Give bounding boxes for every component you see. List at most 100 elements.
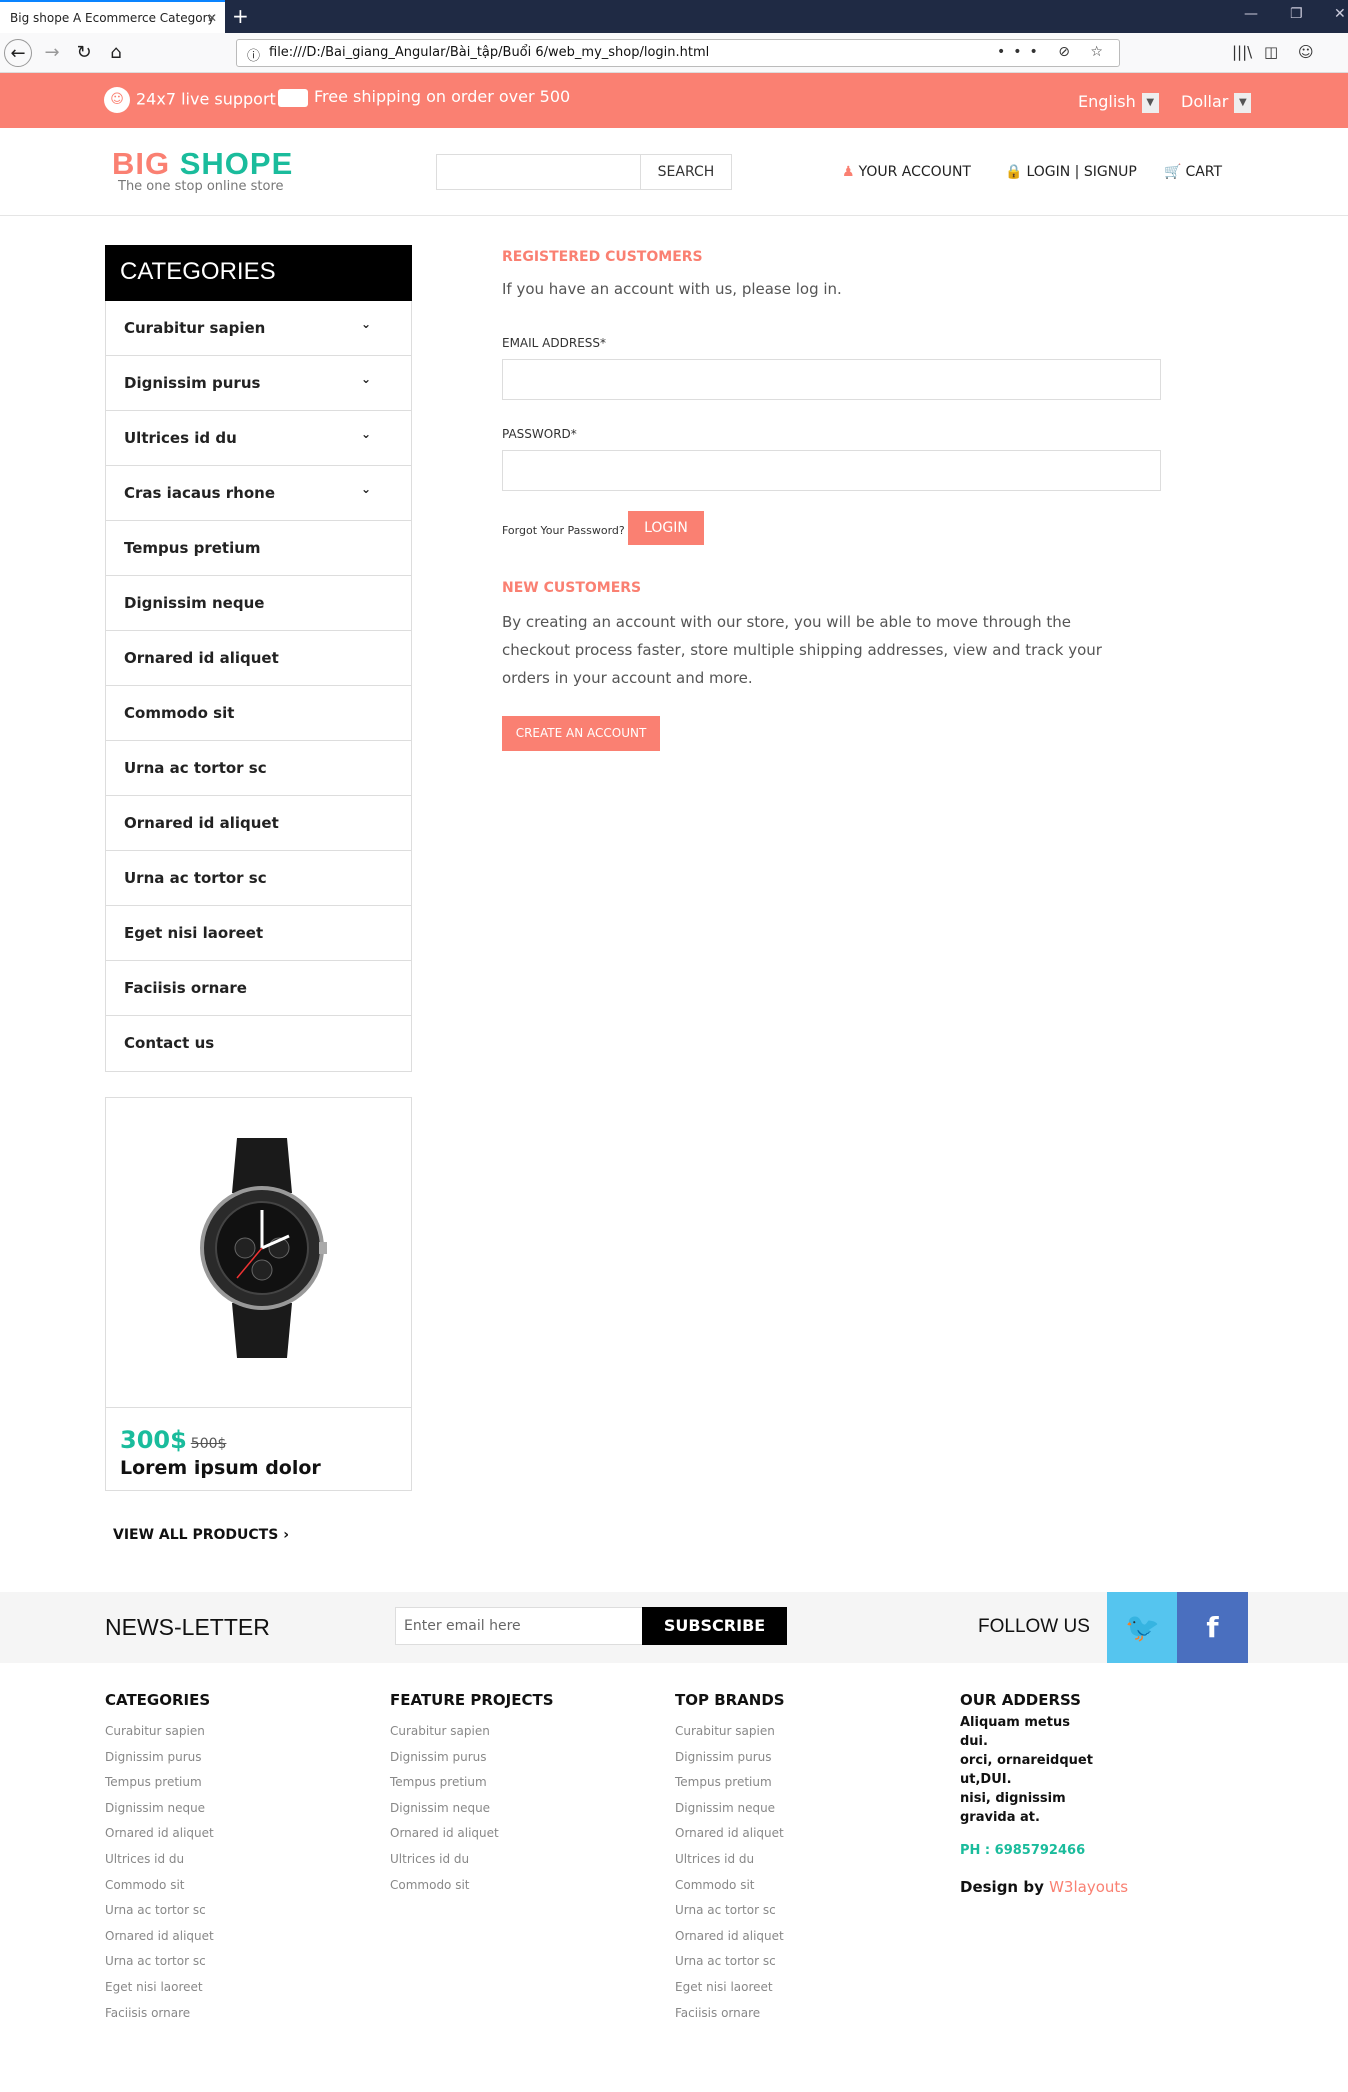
footer-link[interactable]: Curabitur sapien	[105, 1719, 214, 1745]
support-text: 24x7 live support	[136, 89, 276, 109]
footer-link[interactable]: Tempus pretium	[675, 1770, 785, 1796]
footer-brands: TOP BRANDS Curabitur sapien Dignissim pu…	[675, 1691, 785, 2026]
back-icon[interactable]: ←	[4, 39, 32, 67]
category-item[interactable]: Ornared id aliquet	[106, 796, 411, 851]
footer-link[interactable]: Ornared id aliquet	[105, 1821, 214, 1847]
footer-link[interactable]: Curabitur sapien	[390, 1719, 554, 1745]
chevron-down-icon[interactable]: ⌄	[361, 317, 371, 331]
chevron-down-icon[interactable]: ⌄	[361, 427, 371, 441]
forgot-password-link[interactable]: Forgot Your Password?	[502, 524, 625, 537]
your-account-link[interactable]: ♟ YOUR ACCOUNT	[842, 164, 971, 180]
footer-link[interactable]: Commodo sit	[675, 1873, 785, 1899]
language-value: English	[1078, 92, 1136, 111]
category-item[interactable]: Ornared id aliquet	[106, 631, 411, 686]
w3layouts-link[interactable]: W3layouts	[1049, 1878, 1128, 1896]
view-all-products-link[interactable]: VIEW ALL PRODUCTS ›	[113, 1527, 289, 1543]
search-button[interactable]: SEARCH	[640, 154, 732, 190]
footer-link[interactable]: Commodo sit	[390, 1873, 554, 1899]
site-logo[interactable]: BIG SHOPE	[112, 146, 293, 182]
footer-link[interactable]: Urna ac tortor sc	[675, 1898, 785, 1924]
sidebar-icon[interactable]: ◫	[1264, 43, 1278, 61]
reload-icon[interactable]: ↻	[70, 39, 98, 67]
forward-icon[interactable]: →	[38, 39, 66, 67]
subscribe-button[interactable]: SUBSCRIBE	[642, 1607, 787, 1645]
footer-link[interactable]: Dignissim purus	[390, 1745, 554, 1771]
featured-product-card[interactable]: 300$ 500$ Lorem ipsum dolor	[105, 1097, 412, 1491]
search-input[interactable]	[436, 154, 641, 190]
cart-link[interactable]: 🛒 CART	[1164, 164, 1222, 180]
footer-link[interactable]: Urna ac tortor sc	[105, 1949, 214, 1975]
newsletter-email-input[interactable]: Enter email here	[395, 1607, 643, 1645]
category-item[interactable]: Urna ac tortor sc	[106, 851, 411, 906]
category-item[interactable]: Urna ac tortor sc	[106, 741, 411, 796]
restore-icon[interactable]: ❐	[1290, 6, 1303, 22]
live-support: ☺ 24x7 live support	[104, 87, 276, 113]
footer-link[interactable]: Dignissim neque	[675, 1796, 785, 1822]
tab-title: Big shope A Ecommerce Category	[10, 11, 215, 25]
browser-tab[interactable]: Big shope A Ecommerce Category ✕	[0, 0, 225, 33]
category-item[interactable]: Commodo sit	[106, 686, 411, 741]
category-item[interactable]: Dignissim neque	[106, 576, 411, 631]
login-button[interactable]: LOGIN	[628, 511, 704, 545]
currency-select[interactable]: Dollar ▼	[1181, 92, 1252, 113]
library-icon[interactable]: |||\	[1232, 43, 1252, 61]
footer-link[interactable]: Urna ac tortor sc	[105, 1898, 214, 1924]
category-item[interactable]: Curabitur sapien ⌄	[106, 301, 411, 356]
product-image[interactable]	[106, 1098, 411, 1408]
footer-link[interactable]: Dignissim purus	[675, 1745, 785, 1771]
product-name[interactable]: Lorem ipsum dolor	[120, 1457, 321, 1479]
footer-link[interactable]: Faciisis ornare	[675, 2001, 785, 2027]
footer-link[interactable]: Curabitur sapien	[675, 1719, 785, 1745]
footer-link[interactable]: Eget nisi laoreet	[675, 1975, 785, 2001]
footer-link[interactable]: Ultrices id du	[390, 1847, 554, 1873]
footer-link[interactable]: Commodo sit	[105, 1873, 214, 1899]
category-label: Faciisis ornare	[124, 979, 247, 997]
chevron-down-icon[interactable]: ⌄	[361, 372, 371, 386]
category-item[interactable]: Cras iacaus rhone ⌄	[106, 466, 411, 521]
twitter-icon[interactable]: 🐦	[1107, 1592, 1178, 1663]
url-bar[interactable]: ⓘ file:///D:/Bai_giang_Angular/Bài_tập/B…	[236, 39, 1120, 67]
footer-link[interactable]: Ornared id aliquet	[675, 1924, 785, 1950]
category-label: Commodo sit	[124, 704, 235, 722]
minimize-icon[interactable]: —	[1244, 6, 1258, 22]
footer-link[interactable]: Dignissim purus	[105, 1745, 214, 1771]
category-item[interactable]: Faciisis ornare	[106, 961, 411, 1016]
account-menu-icon[interactable]: ☺	[1298, 43, 1314, 61]
footer-link[interactable]: Dignissim neque	[390, 1796, 554, 1822]
site-info-icon[interactable]: ⓘ	[247, 45, 260, 64]
footer-link[interactable]: Dignissim neque	[105, 1796, 214, 1822]
category-item[interactable]: Ultrices id du ⌄	[106, 411, 411, 466]
footer-link[interactable]: Ornared id aliquet	[105, 1924, 214, 1950]
page-actions-icons[interactable]: ••• ⊘ ☆	[997, 44, 1111, 60]
category-item[interactable]: Eget nisi laoreet	[106, 906, 411, 961]
new-tab-button[interactable]: +	[232, 4, 249, 28]
facebook-icon[interactable]: f	[1177, 1592, 1248, 1663]
create-account-button[interactable]: CREATE AN ACCOUNT	[502, 716, 660, 751]
home-icon[interactable]: ⌂	[102, 39, 130, 67]
footer-link[interactable]: Faciisis ornare	[105, 2001, 214, 2027]
language-select[interactable]: English ▼	[1078, 92, 1159, 113]
footer-link[interactable]: Tempus pretium	[390, 1770, 554, 1796]
footer-link[interactable]: Ultrices id du	[675, 1847, 785, 1873]
chevron-down-icon[interactable]: ⌄	[361, 482, 371, 496]
password-field[interactable]	[502, 450, 1161, 491]
footer-link[interactable]: Urna ac tortor sc	[675, 1949, 785, 1975]
tab-close-icon[interactable]: ✕	[207, 11, 217, 25]
login-signup-link[interactable]: 🔒 LOGIN | SIGNUP	[1005, 164, 1137, 180]
address-line: ut,DUI.	[960, 1772, 1012, 1787]
footer-link[interactable]: Tempus pretium	[105, 1770, 214, 1796]
footer-link[interactable]: Ultrices id du	[105, 1847, 214, 1873]
footer-link[interactable]: Eget nisi laoreet	[105, 1975, 214, 2001]
category-label: Ornared id aliquet	[124, 814, 279, 832]
category-item[interactable]: Dignissim purus ⌄	[106, 356, 411, 411]
email-field[interactable]	[502, 359, 1161, 400]
close-window-icon[interactable]: ✕	[1334, 6, 1346, 22]
footer-link[interactable]: Ornared id aliquet	[390, 1821, 554, 1847]
category-item[interactable]: Contact us	[106, 1016, 411, 1071]
address-line: orci, ornareidquet	[960, 1753, 1093, 1768]
footer-link[interactable]: Ornared id aliquet	[675, 1821, 785, 1847]
lock-icon: 🔒	[1005, 164, 1023, 180]
category-item[interactable]: Tempus pretium	[106, 521, 411, 576]
product-price: 300$ 500$	[120, 1426, 226, 1454]
url-text: file:///D:/Bai_giang_Angular/Bài_tập/Buổ…	[269, 45, 710, 60]
